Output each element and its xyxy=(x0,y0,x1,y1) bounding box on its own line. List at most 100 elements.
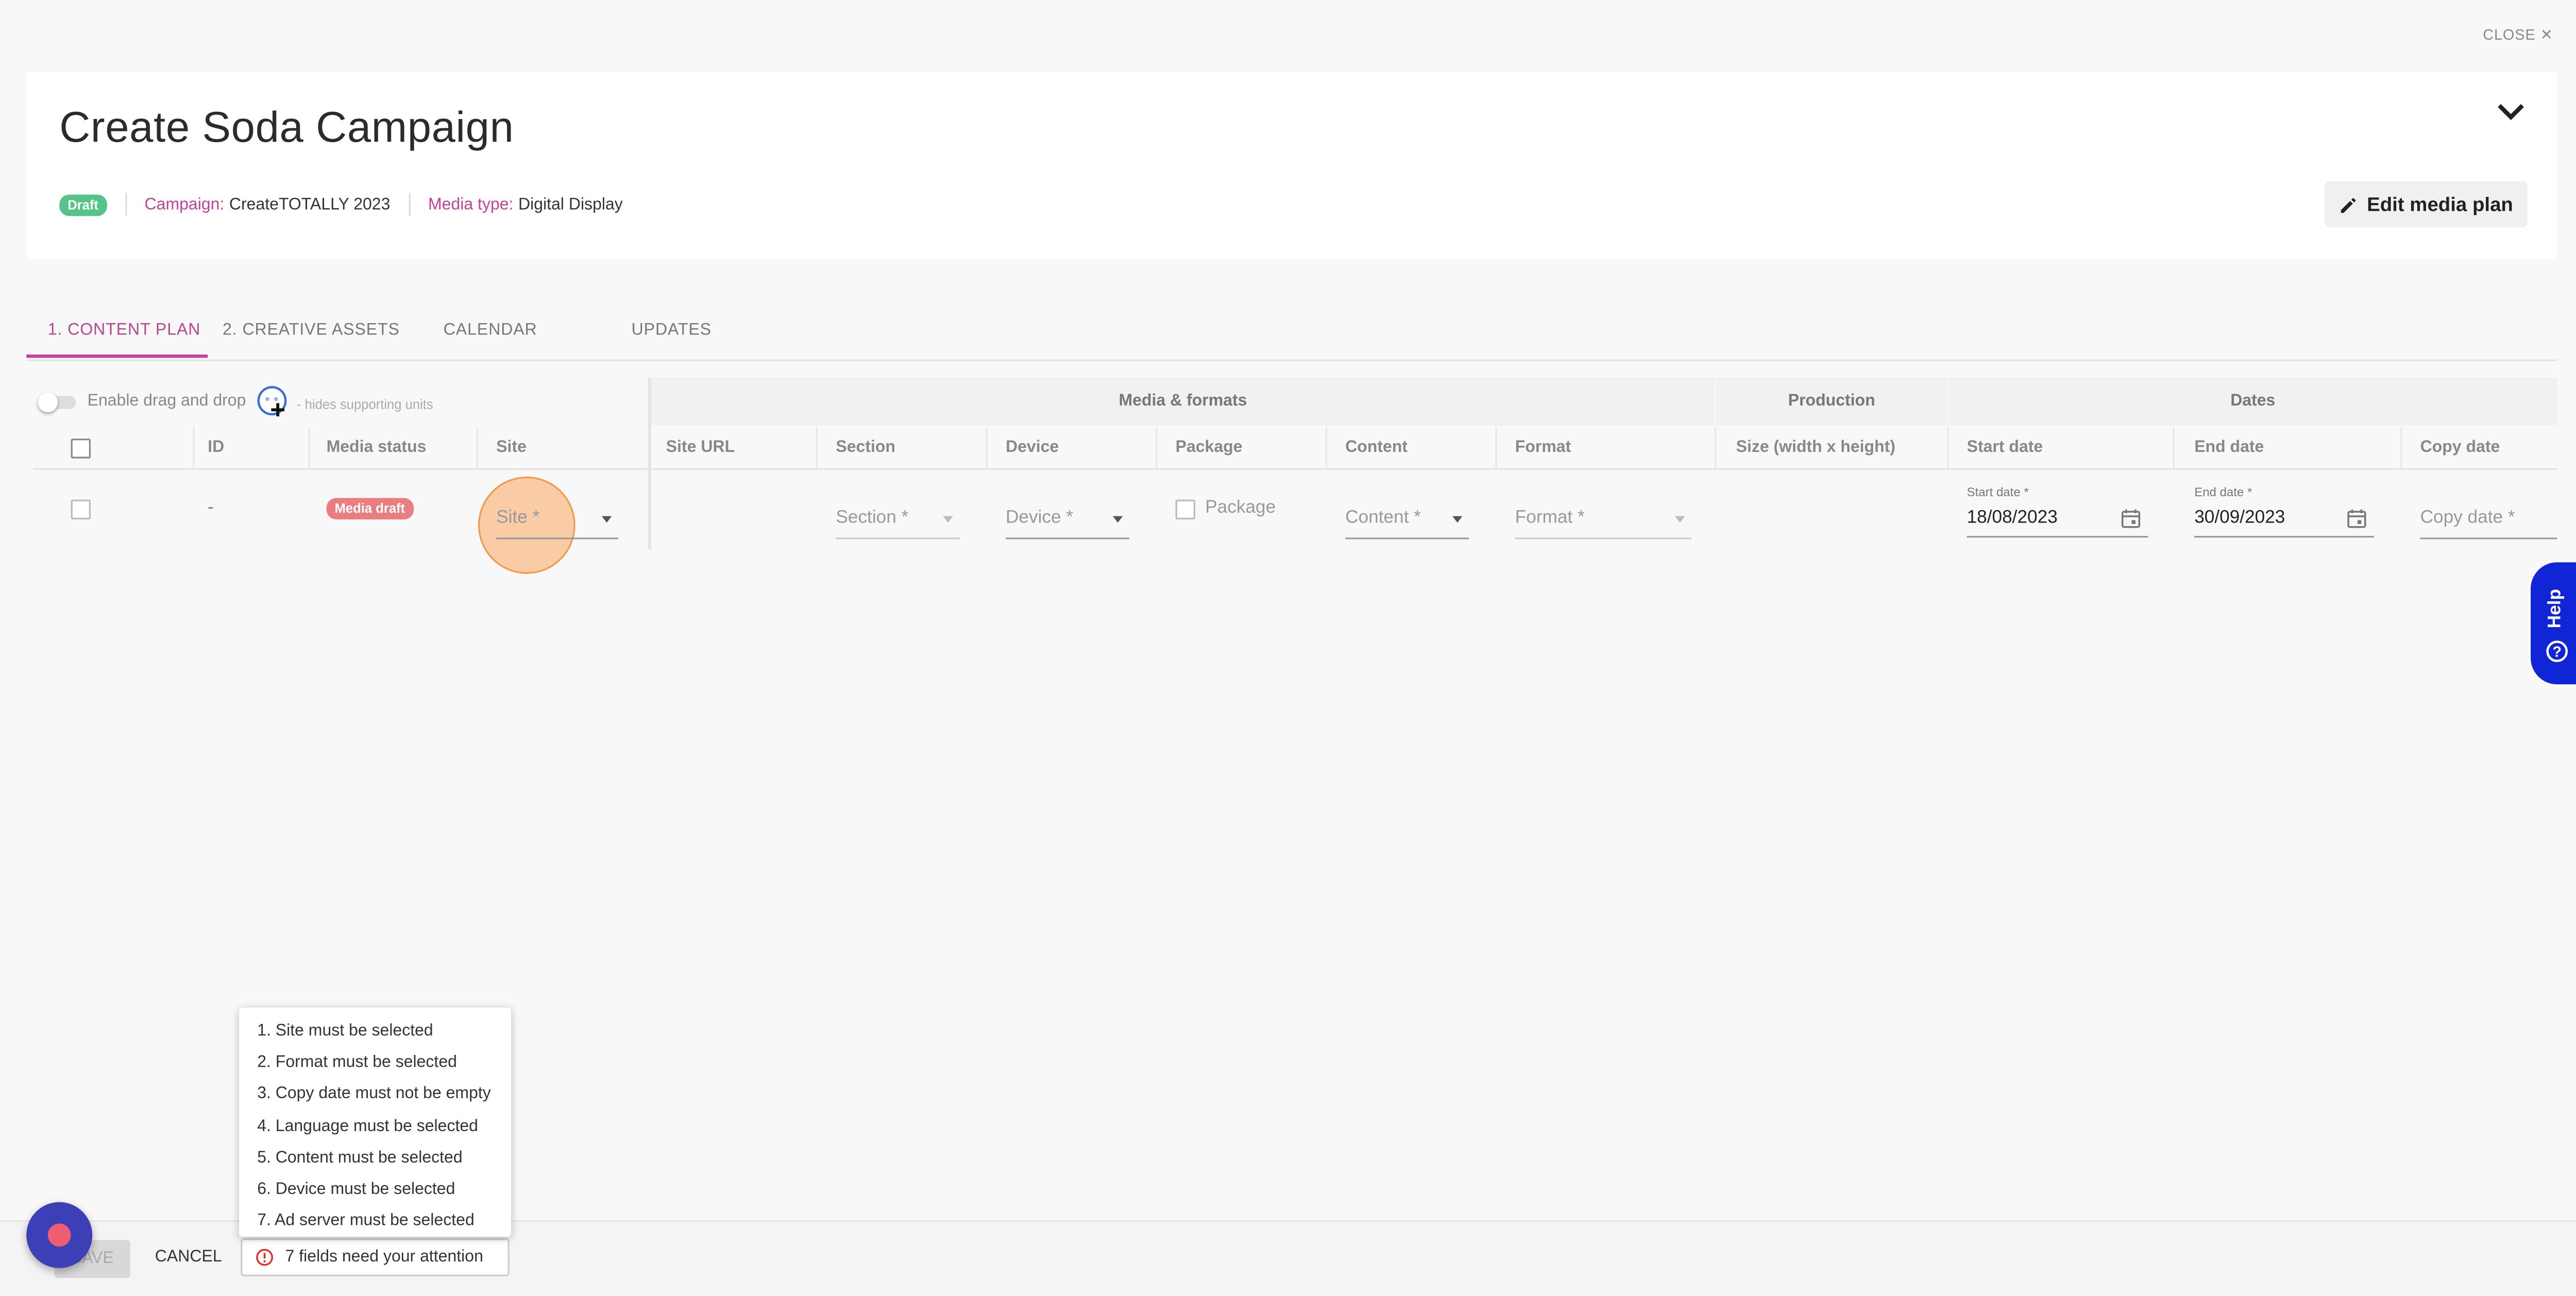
dropdown-arrow-icon[interactable] xyxy=(1452,516,1463,523)
column-header-size[interactable]: Size (width x height) xyxy=(1736,439,1895,457)
start-date-value[interactable]: 18/08/2023 xyxy=(1967,508,2058,528)
campaign-meta: Draft Campaign: CreateTOTALLY 2023 Media… xyxy=(59,191,623,217)
error-item[interactable]: 7. Ad server must be selected xyxy=(257,1206,511,1237)
column-header-section[interactable]: Section xyxy=(836,439,895,457)
column-header-start-date[interactable]: Start date xyxy=(1967,439,2043,457)
drag-drop-label: Enable drag and drop xyxy=(87,392,246,411)
sticky-column-separator xyxy=(648,377,651,549)
validation-errors-popup: 1. Site must be selected 2. Format must … xyxy=(239,1007,511,1237)
format-select-placeholder[interactable]: Format * xyxy=(1515,508,1585,528)
campaign-label: Campaign: xyxy=(144,195,225,214)
calendar-icon[interactable] xyxy=(2120,508,2142,530)
copy-date-field[interactable]: Copy date * xyxy=(2420,504,2557,540)
column-header-end-date[interactable]: End date xyxy=(2194,439,2264,457)
column-header-media-status[interactable]: Media status xyxy=(327,439,427,457)
column-header-site[interactable]: Site xyxy=(496,439,527,457)
end-date-label: End date * xyxy=(2194,484,2252,500)
site-select[interactable]: Site * xyxy=(496,504,618,540)
media-type-value: Digital Display xyxy=(518,195,623,214)
site-select-placeholder[interactable]: Site * xyxy=(496,508,539,528)
close-icon[interactable]: ✕ xyxy=(2540,26,2553,43)
column-divider xyxy=(476,427,478,470)
column-divider xyxy=(1325,427,1327,470)
close-link[interactable]: CLOSE ✕ xyxy=(2483,26,2553,44)
column-divider xyxy=(1156,427,1158,470)
tab-bar: 1. CONTENT PLAN 2. CREATIVE ASSETS CALEN… xyxy=(26,313,2557,361)
tab-calendar[interactable]: CALENDAR xyxy=(444,322,537,340)
column-divider xyxy=(2400,427,2402,470)
error-item[interactable]: 4. Language must be selected xyxy=(257,1110,511,1142)
hide-supporting-units-icon[interactable] xyxy=(256,386,289,419)
select-all-checkbox[interactable] xyxy=(71,439,91,459)
active-tab-indicator xyxy=(26,355,208,358)
pencil-icon xyxy=(2340,197,2355,212)
divider xyxy=(408,193,410,216)
campaign-header xyxy=(26,72,2557,259)
help-button[interactable]: Help ? xyxy=(2531,562,2576,684)
column-header-content[interactable]: Content xyxy=(1345,439,1408,457)
column-header-device[interactable]: Device xyxy=(1006,439,1059,457)
device-select[interactable]: Device * xyxy=(1006,504,1129,540)
group-production: Production xyxy=(1716,377,1947,426)
package-label[interactable]: Package xyxy=(1205,498,1276,517)
chat-launcher-icon[interactable] xyxy=(47,1223,71,1247)
section-select-placeholder[interactable]: Section * xyxy=(836,508,908,528)
column-divider xyxy=(193,427,195,470)
column-header-site-url[interactable]: Site URL xyxy=(666,439,735,457)
column-divider xyxy=(986,427,988,470)
column-header-package[interactable]: Package xyxy=(1176,439,1243,457)
hides-supporting-units-label: - hides supporting units xyxy=(297,397,433,412)
content-select[interactable]: Content * xyxy=(1345,504,1469,540)
start-date-field[interactable]: Start date * 18/08/2023 xyxy=(1967,484,2148,538)
end-date-field[interactable]: End date * 30/09/2023 xyxy=(2194,484,2374,538)
error-item[interactable]: 5. Content must be selected xyxy=(257,1142,511,1174)
status-badge: Draft xyxy=(59,194,107,215)
copy-date-placeholder[interactable]: Copy date * xyxy=(2420,508,2515,528)
divider xyxy=(125,193,127,216)
content-select-placeholder[interactable]: Content * xyxy=(1345,508,1421,528)
drag-drop-toggle-knob[interactable] xyxy=(38,392,58,412)
header-divider xyxy=(33,468,2557,470)
edit-media-plan-button[interactable]: Edit media plan xyxy=(2325,181,2528,228)
error-item[interactable]: 1. Site must be selected xyxy=(257,1016,511,1047)
column-header-format[interactable]: Format xyxy=(1515,439,1571,457)
package-checkbox[interactable] xyxy=(1175,499,1195,519)
group-dates: Dates xyxy=(1948,377,2557,426)
tab-content-plan[interactable]: 1. CONTENT PLAN xyxy=(48,322,201,340)
calendar-icon[interactable] xyxy=(2346,508,2368,530)
format-select[interactable]: Format * xyxy=(1515,504,1692,540)
fields-attention-label[interactable]: 7 fields need your attention xyxy=(285,1248,483,1266)
question-circle-icon[interactable]: ? xyxy=(2546,640,2569,663)
svg-text:?: ? xyxy=(2552,644,2562,661)
error-item[interactable]: 6. Device must be selected xyxy=(257,1174,511,1205)
tab-creative-assets[interactable]: 2. CREATIVE ASSETS xyxy=(223,322,400,340)
section-select[interactable]: Section * xyxy=(836,504,960,540)
group-media-formats: Media & formats xyxy=(651,377,1715,426)
column-divider xyxy=(1947,427,1949,470)
column-header-id[interactable]: ID xyxy=(208,439,224,457)
start-date-label: Start date * xyxy=(1967,484,2029,500)
dropdown-arrow-icon[interactable] xyxy=(602,516,612,523)
row-id: - xyxy=(208,498,214,518)
tab-updates[interactable]: UPDATES xyxy=(632,322,712,340)
dropdown-arrow-icon[interactable] xyxy=(1113,516,1123,523)
end-date-value[interactable]: 30/09/2023 xyxy=(2194,508,2285,528)
close-label[interactable]: CLOSE xyxy=(2483,26,2535,43)
column-header-copy-date[interactable]: Copy date xyxy=(2420,439,2500,457)
row-checkbox[interactable] xyxy=(71,499,91,519)
edit-media-plan-label[interactable]: Edit media plan xyxy=(2367,193,2513,216)
column-divider xyxy=(1715,427,1717,470)
dropdown-arrow-icon[interactable] xyxy=(1675,516,1685,523)
column-divider xyxy=(2173,427,2175,470)
chevron-down-icon[interactable] xyxy=(2495,99,2528,125)
column-divider xyxy=(816,427,818,470)
device-select-placeholder[interactable]: Device * xyxy=(1006,508,1073,528)
cancel-button[interactable]: CANCEL xyxy=(155,1248,222,1266)
fields-attention-button[interactable]: 7 fields need your attention xyxy=(241,1238,510,1276)
error-circle-icon xyxy=(256,1249,274,1266)
error-item[interactable]: 2. Format must be selected xyxy=(257,1048,511,1079)
help-label[interactable]: Help xyxy=(2546,589,2565,628)
error-item[interactable]: 3. Copy date must not be empty xyxy=(257,1079,511,1110)
dropdown-arrow-icon[interactable] xyxy=(943,516,953,523)
media-status-badge: Media draft xyxy=(326,498,414,519)
